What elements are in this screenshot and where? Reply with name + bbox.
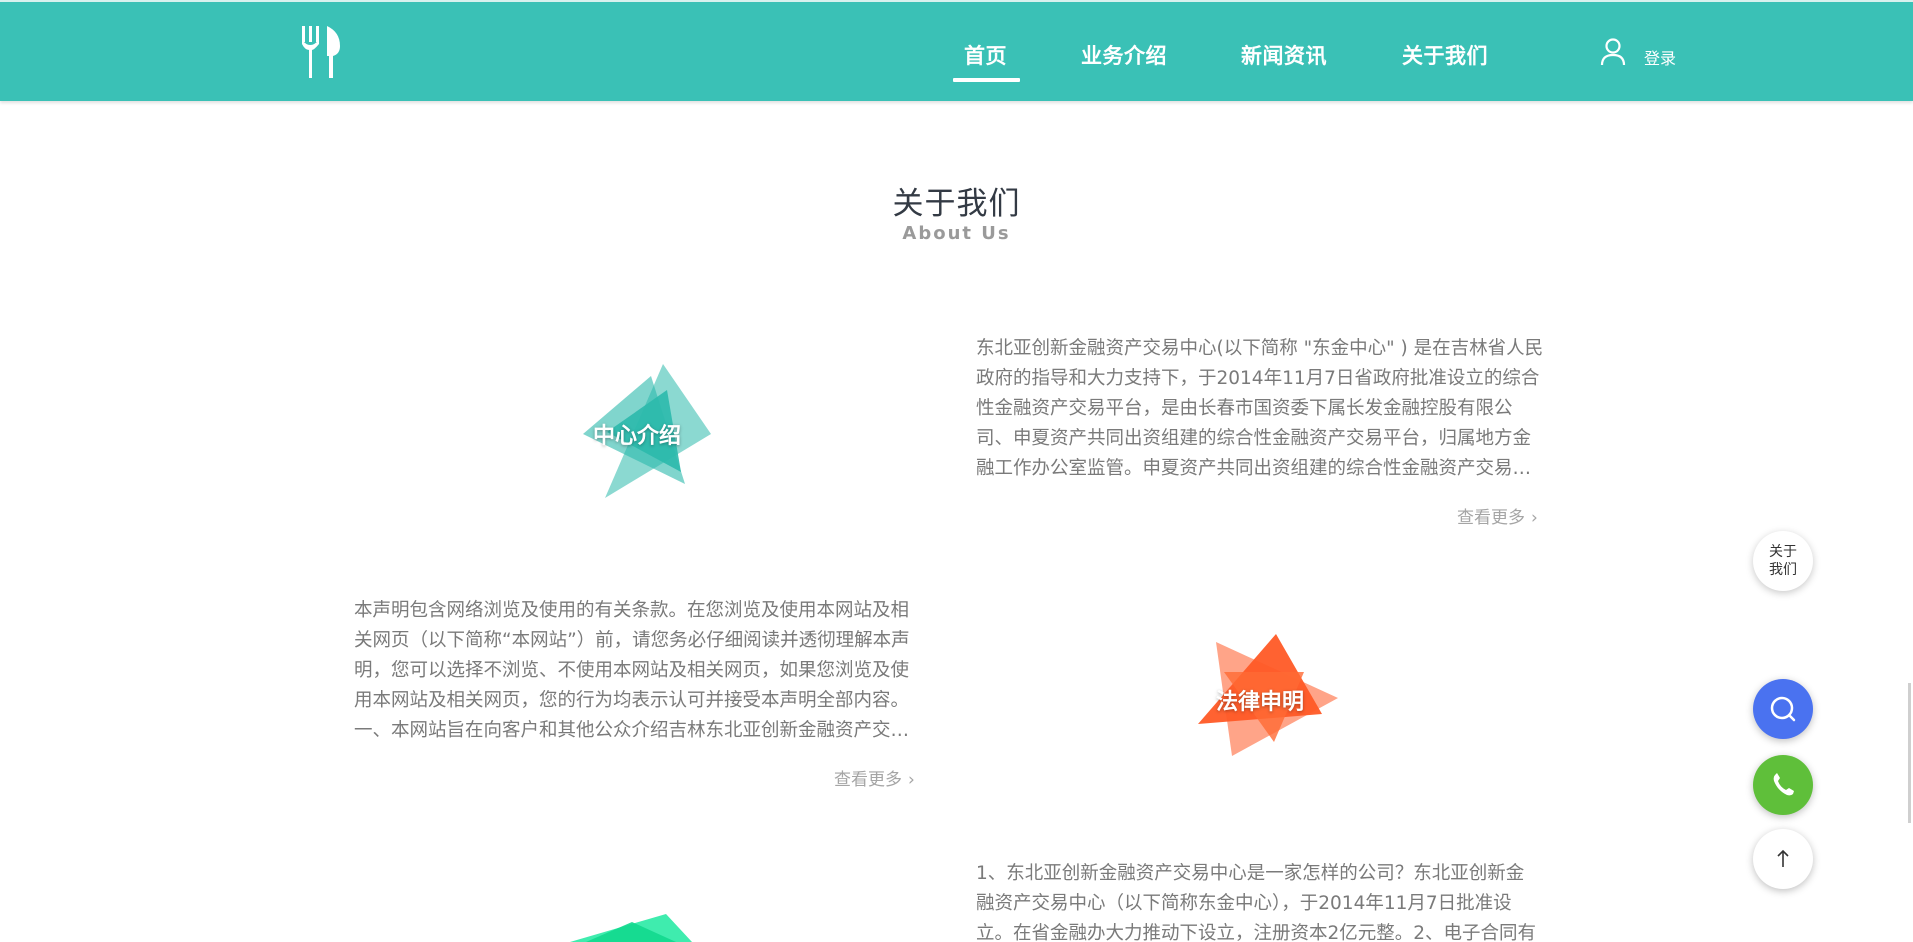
- section-subtitle: About Us: [902, 223, 1011, 244]
- paragraph-line: 1、东北亚创新金融资产交易中心是一家怎样的公司？东北亚创新金: [976, 863, 1525, 884]
- scrollbar-thumb[interactable]: [1908, 683, 1911, 823]
- legal-statement-label[interactable]: 法律申明: [1216, 684, 1304, 716]
- nav-item-about[interactable]: 关于我们: [1402, 40, 1488, 70]
- more-link-label: 查看更多: [1457, 508, 1525, 528]
- legal-statement-text: 本声明包含网络浏览及使用的有关条款。在您浏览及使用本网站及相 关网页（以下简称“…: [354, 596, 924, 746]
- chevron-right-icon: ›: [908, 770, 915, 790]
- paragraph-line: 本声明包含网络浏览及使用的有关条款。在您浏览及使用本网站及相: [354, 600, 910, 621]
- more-link-label: 查看更多: [834, 770, 902, 790]
- back-to-top-button[interactable]: [1753, 829, 1813, 889]
- login-link[interactable]: 登录: [1644, 45, 1676, 69]
- floating-search-button[interactable]: [1753, 679, 1813, 739]
- phone-icon: [1773, 773, 1794, 796]
- legal-statement-more-link[interactable]: 查看更多 ›: [834, 765, 915, 790]
- top-navigation-bar: 首页 业务介绍 新闻资讯 关于我们 登录: [0, 0, 1913, 101]
- paragraph-line: 东北亚创新金融资产交易中心(以下简称 "东金中心" ) 是在吉林省人民: [976, 338, 1544, 359]
- search-icon: [1770, 696, 1796, 722]
- user-icon[interactable]: [1600, 38, 1626, 66]
- nav-item-business[interactable]: 业务介绍: [1081, 40, 1167, 70]
- paragraph-line: 融资产交易中心（以下简称东金中心），于2014年11月7日批准设: [976, 893, 1512, 914]
- faq-star-icon[interactable]: [566, 912, 692, 942]
- paragraph-line: 性金融资产交易平台，是由长春市国资委下属长发金融控股有限公: [976, 398, 1513, 419]
- section-title: 关于我们: [892, 186, 1021, 222]
- paragraph-line: 关网页（以下简称“本网站”）前，请您务必仔细阅读并透彻理解本声: [354, 630, 910, 651]
- arrow-up-icon: [1777, 849, 1789, 867]
- about-button-line1: 关于: [1769, 544, 1797, 560]
- center-intro-label[interactable]: 中心介绍: [593, 418, 681, 450]
- faq-text: 1、东北亚创新金融资产交易中心是一家怎样的公司？东北亚创新金 融资产交易中心（以…: [976, 859, 1546, 942]
- floating-about-us-button[interactable]: 关于 我们: [1753, 531, 1813, 591]
- paragraph-line: 用本网站及相关网页，您的行为均表示认可并接受本声明全部内容。: [354, 690, 910, 711]
- paragraph-line: 立。在省金融办大力推动下设立，注册资本2亿元整。2、电子合同有: [976, 923, 1537, 942]
- floating-phone-button[interactable]: [1753, 755, 1813, 815]
- paragraph-line: 政府的指导和大力支持下，于2014年11月7日省政府批准设立的综合: [976, 368, 1540, 389]
- fork-knife-logo-icon[interactable]: [300, 24, 348, 80]
- paragraph-line: 司、申夏资产共同出资组建的综合性金融资产交易平台，归属地方金: [976, 428, 1532, 449]
- about-button-line2: 我们: [1769, 562, 1797, 578]
- nav-item-news[interactable]: 新闻资讯: [1241, 40, 1327, 70]
- nav-item-home[interactable]: 首页: [964, 40, 1007, 70]
- center-intro-more-link[interactable]: 查看更多 ›: [1457, 503, 1538, 528]
- paragraph-line: 融工作办公室监管。申夏资产共同出资组建的综合性金融资产交易…: [976, 458, 1532, 479]
- chevron-right-icon: ›: [1531, 508, 1538, 528]
- center-intro-text: 东北亚创新金融资产交易中心(以下简称 "东金中心" ) 是在吉林省人民 政府的指…: [976, 334, 1546, 484]
- paragraph-line: 一、本网站旨在向客户和其他公众介绍吉林东北亚创新金融资产交…: [354, 720, 910, 741]
- paragraph-line: 明，您可以选择不浏览、不使用本网站及相关网页，如果您浏览及使: [354, 660, 910, 681]
- active-nav-underline: [953, 78, 1020, 82]
